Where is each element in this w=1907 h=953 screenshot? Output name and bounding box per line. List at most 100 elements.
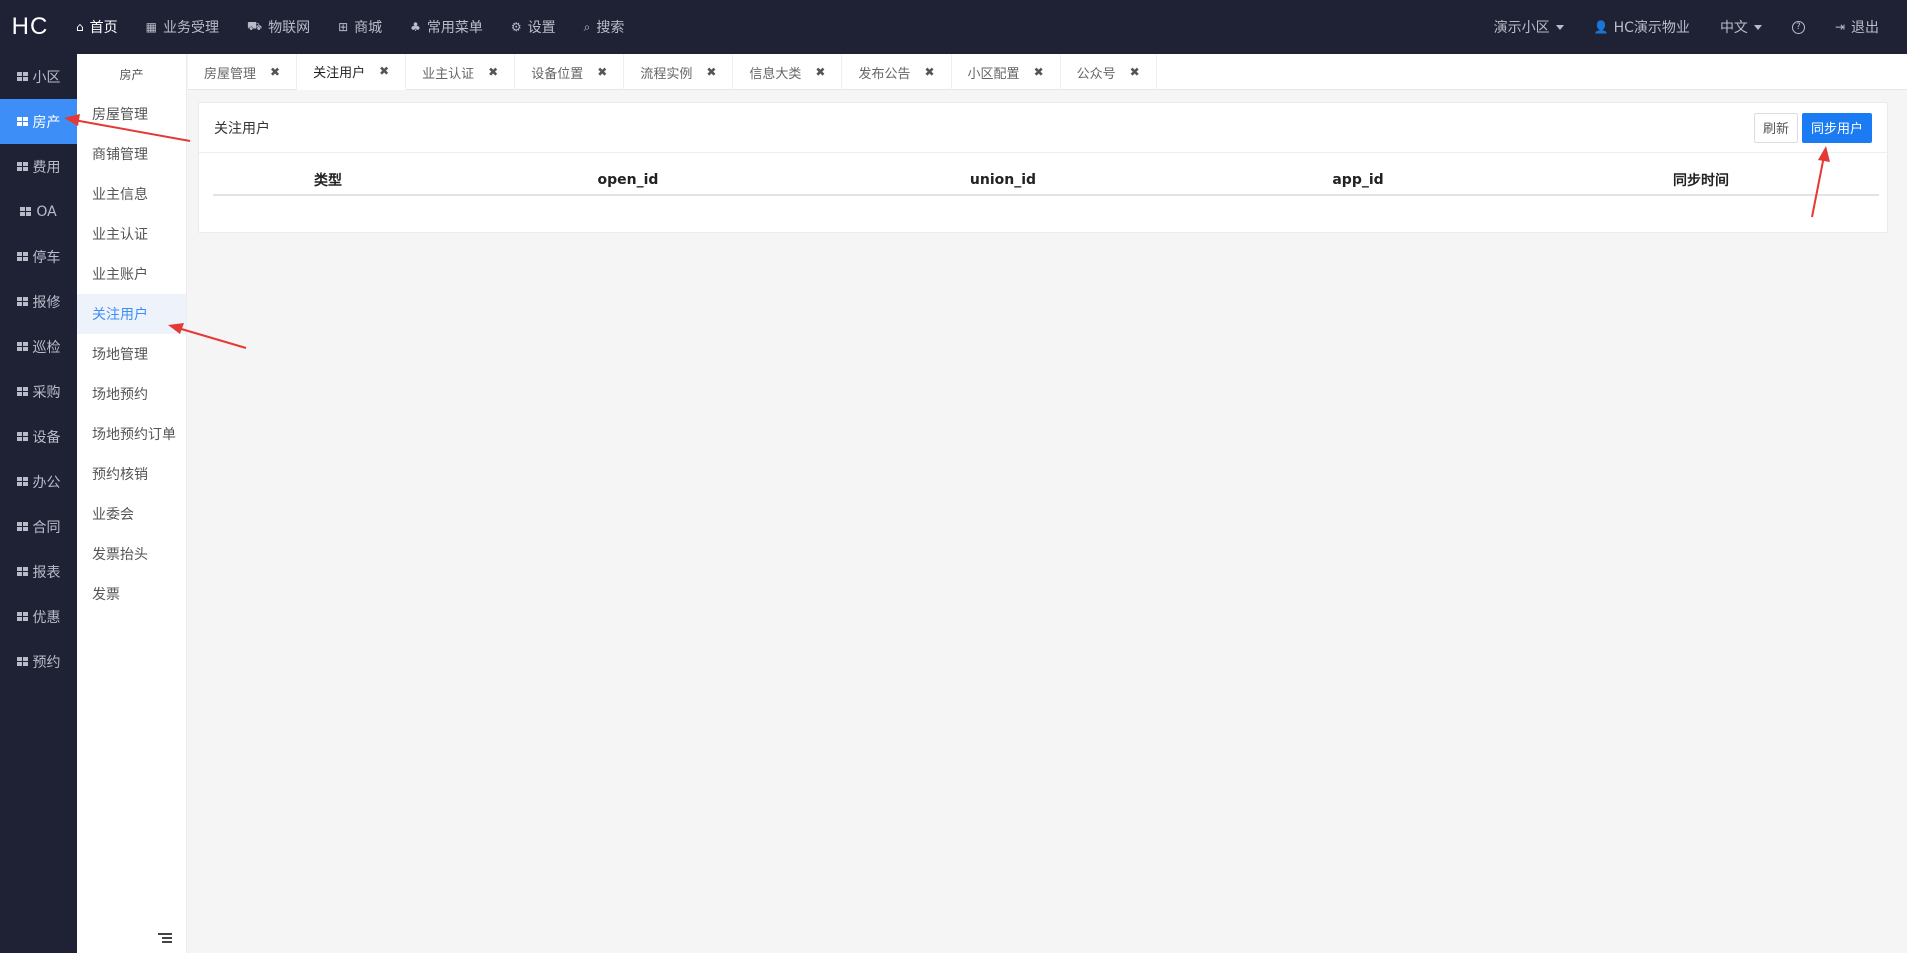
close-icon[interactable]: ✖ bbox=[597, 65, 607, 79]
submenu-item-follow-users[interactable]: 关注用户 bbox=[77, 294, 186, 334]
grid-icon bbox=[16, 567, 28, 576]
column-app-id: app_id bbox=[1193, 165, 1523, 196]
collapse-menu-icon[interactable] bbox=[158, 933, 172, 945]
close-icon[interactable]: ✖ bbox=[488, 65, 498, 79]
home-icon: ⌂ bbox=[76, 20, 84, 34]
caret-down-icon bbox=[1753, 24, 1762, 30]
tab-community-config[interactable]: 小区配置 ✖ bbox=[952, 54, 1061, 90]
submenu-item-venue[interactable]: 场地管理 bbox=[77, 334, 186, 374]
sidebar-item-booking[interactable]: 预约 bbox=[0, 639, 77, 684]
column-open-id: open_id bbox=[443, 165, 813, 196]
topnav-search[interactable]: ⌕ 搜索 bbox=[584, 17, 625, 37]
user-menu[interactable]: 👤 HC演示物业 bbox=[1594, 17, 1690, 37]
community-select[interactable]: 演示小区 bbox=[1494, 17, 1564, 37]
cart-icon: ⊞ bbox=[338, 20, 349, 34]
sidebar-item-fees[interactable]: 费用 bbox=[0, 144, 77, 189]
car-icon: ⛟ bbox=[246, 19, 263, 33]
grid-icon bbox=[16, 432, 28, 441]
tab-announcement[interactable]: 发布公告 ✖ bbox=[842, 54, 952, 90]
column-union-id: union_id bbox=[813, 165, 1193, 196]
close-icon[interactable]: ✖ bbox=[924, 65, 934, 79]
topnav-common-menu[interactable]: ♣ 常用菜单 bbox=[410, 17, 483, 37]
grid-icon bbox=[16, 522, 28, 531]
sidebar-item-community[interactable]: 小区 bbox=[0, 54, 77, 99]
top-nav: ⌂ 首页 ▦ 业务受理 ⛟ 物联网 ⊞ 商城 ♣ 常用菜单 ⚙ 设置 ⌕ 搜索 bbox=[76, 17, 652, 37]
grid-icon bbox=[20, 207, 32, 216]
submenu-item-owner-info[interactable]: 业主信息 bbox=[77, 174, 186, 214]
logout-icon: ⇥ bbox=[1834, 20, 1845, 34]
tab-bar: 房屋管理 ✖ 关注用户 ✖ 业主认证 ✖ 设备位置 ✖ 流程实例 ✖ 信息大类 ✖ 发布公告… bbox=[188, 54, 1907, 90]
close-icon[interactable]: ✖ bbox=[379, 64, 389, 78]
topnav-iot[interactable]: ⛟ 物联网 bbox=[247, 17, 310, 37]
tab-follow-users[interactable]: 关注用户 ✖ bbox=[297, 54, 407, 90]
tab-official-account[interactable]: 公众号 ✖ bbox=[1061, 54, 1157, 90]
sidebar-item-contract[interactable]: 合同 bbox=[0, 504, 77, 549]
topnav-home[interactable]: ⌂ 首页 bbox=[76, 17, 118, 37]
submenu-item-invoice[interactable]: 发票 bbox=[77, 574, 186, 614]
users-table: 类型 open_id union_id app_id 同步时间 bbox=[213, 165, 1879, 196]
panel-title: 关注用户 bbox=[214, 120, 270, 137]
top-bar: HC ⌂ 首页 ▦ 业务受理 ⛟ 物联网 ⊞ 商城 ♣ 常用菜单 ⚙ 设置 ⌕ 搜索 演示小区… bbox=[0, 0, 1907, 54]
topnav-mall[interactable]: ⊞ 商城 bbox=[338, 17, 382, 37]
tab-device-location[interactable]: 设备位置 ✖ bbox=[515, 54, 625, 90]
sidebar-item-reports[interactable]: 报表 bbox=[0, 549, 77, 594]
close-icon[interactable]: ✖ bbox=[270, 65, 280, 79]
grid-icon bbox=[16, 477, 28, 486]
sidebar-item-equipment[interactable]: 设备 bbox=[0, 414, 77, 459]
caret-down-icon bbox=[1555, 24, 1564, 30]
help-icon: ? bbox=[1791, 20, 1805, 34]
sidebar-item-office[interactable]: 办公 bbox=[0, 459, 77, 504]
grid-icon bbox=[16, 612, 28, 621]
follow-users-panel: 关注用户 刷新 同步用户 类型 open_id union_id app_id … bbox=[198, 102, 1888, 233]
panel-header: 关注用户 刷新 同步用户 bbox=[199, 103, 1887, 153]
submenu: 房产 房屋管理 商铺管理 业主信息 业主认证 业主账户 关注用户 场地管理 场地… bbox=[77, 54, 187, 953]
panel-actions: 刷新 同步用户 bbox=[1753, 112, 1872, 143]
sidebar-item-property[interactable]: 房产 bbox=[0, 99, 77, 144]
language-select[interactable]: 中文 bbox=[1720, 17, 1762, 37]
submenu-item-house[interactable]: 房屋管理 bbox=[77, 94, 186, 134]
topnav-business[interactable]: ▦ 业务受理 bbox=[146, 17, 219, 37]
column-sync-time: 同步时间 bbox=[1523, 165, 1879, 196]
submenu-item-shop[interactable]: 商铺管理 bbox=[77, 134, 186, 174]
grid-icon bbox=[16, 117, 28, 126]
grid-icon bbox=[16, 252, 28, 261]
sync-users-button[interactable]: 同步用户 bbox=[1801, 112, 1872, 143]
refresh-button[interactable]: 刷新 bbox=[1753, 112, 1798, 143]
tab-house[interactable]: 房屋管理 ✖ bbox=[188, 54, 298, 90]
table-header-row: 类型 open_id union_id app_id 同步时间 bbox=[213, 165, 1879, 196]
close-icon[interactable]: ✖ bbox=[1130, 65, 1140, 79]
sitemap-icon: ♣ bbox=[410, 20, 421, 34]
grid-icon bbox=[16, 657, 28, 666]
logout-button[interactable]: ⇥ 退出 bbox=[1835, 17, 1879, 37]
close-icon[interactable]: ✖ bbox=[815, 65, 825, 79]
submenu-item-invoice-title[interactable]: 发票抬头 bbox=[77, 534, 186, 574]
top-right: 演示小区 👤 HC演示物业 中文 ? ⇥ 退出 bbox=[1464, 17, 1907, 37]
grid-icon bbox=[16, 342, 28, 351]
logo[interactable]: HC bbox=[0, 13, 60, 41]
submenu-item-venue-orders[interactable]: 场地预约订单 bbox=[77, 414, 186, 454]
grid-icon bbox=[16, 162, 28, 171]
sidebar-item-inspection[interactable]: 巡检 bbox=[0, 324, 77, 369]
sidebar-item-discount[interactable]: 优惠 bbox=[0, 594, 77, 639]
user-icon: 👤 bbox=[1593, 20, 1609, 34]
submenu-item-owner-auth[interactable]: 业主认证 bbox=[77, 214, 186, 254]
sidebar-item-oa[interactable]: OA bbox=[0, 189, 77, 234]
calculator-icon: ▦ bbox=[145, 20, 157, 34]
sidebar-item-purchase[interactable]: 采购 bbox=[0, 369, 77, 414]
tab-info-category[interactable]: 信息大类 ✖ bbox=[733, 54, 843, 90]
close-icon[interactable]: ✖ bbox=[706, 65, 716, 79]
submenu-item-committee[interactable]: 业委会 bbox=[77, 494, 186, 534]
tab-owner-auth[interactable]: 业主认证 ✖ bbox=[406, 54, 516, 90]
submenu-item-venue-booking[interactable]: 场地预约 bbox=[77, 374, 186, 414]
grid-icon bbox=[16, 297, 28, 306]
sidebar-item-parking[interactable]: 停车 bbox=[0, 234, 77, 279]
column-type: 类型 bbox=[213, 165, 443, 196]
sidebar-item-repair[interactable]: 报修 bbox=[0, 279, 77, 324]
submenu-item-booking-verify[interactable]: 预约核销 bbox=[77, 454, 186, 494]
tab-process-instance[interactable]: 流程实例 ✖ bbox=[624, 54, 734, 90]
submenu-item-owner-account[interactable]: 业主账户 bbox=[77, 254, 186, 294]
close-icon[interactable]: ✖ bbox=[1034, 65, 1044, 79]
help-button[interactable]: ? bbox=[1791, 20, 1805, 34]
grid-icon bbox=[16, 72, 28, 81]
topnav-settings[interactable]: ⚙ 设置 bbox=[511, 17, 556, 37]
